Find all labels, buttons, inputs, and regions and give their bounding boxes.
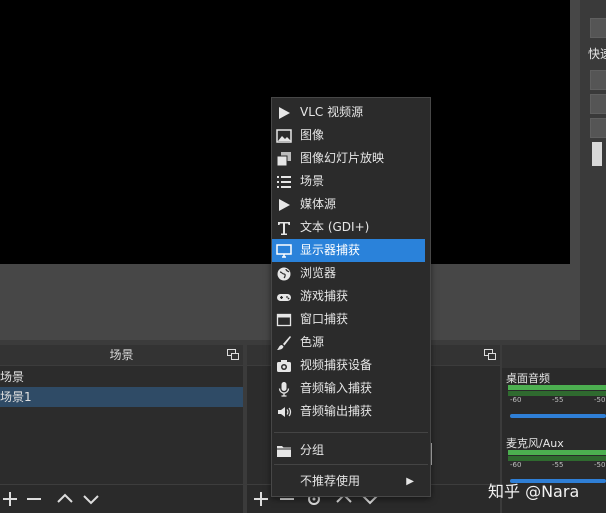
mixer-channel-name: 桌面音频 bbox=[506, 372, 550, 385]
watermark: 知乎 @Nara bbox=[488, 482, 580, 501]
menu-item-label: 显示器捕获 bbox=[300, 243, 361, 257]
list-icon bbox=[276, 174, 292, 190]
menu-item-video-capture-device[interactable]: 视频捕获设备 bbox=[272, 354, 426, 377]
panel-button[interactable] bbox=[590, 18, 606, 38]
window-icon bbox=[276, 312, 292, 328]
scenes-toolbar bbox=[0, 484, 243, 513]
menu-item-label: 视频捕获设备 bbox=[300, 358, 373, 372]
meter-tick: -60 bbox=[510, 461, 522, 469]
menu-item-vlc-source[interactable]: VLC 视频源 bbox=[272, 101, 426, 124]
scenes-dock-title: 场景 bbox=[0, 345, 243, 366]
monitor-icon bbox=[276, 243, 292, 259]
menu-item-label: 分组 bbox=[300, 443, 325, 457]
slideshow-icon bbox=[276, 151, 292, 167]
gamepad-icon bbox=[276, 289, 292, 305]
meter-tick: -55 bbox=[552, 461, 564, 469]
panel-slider[interactable] bbox=[592, 142, 602, 166]
float-dock-icon[interactable] bbox=[227, 349, 239, 360]
menu-item-label: 音频输入捕获 bbox=[300, 381, 373, 395]
menu-item-label: 文本 (GDI+) bbox=[300, 220, 370, 234]
menu-item-text-gdi[interactable]: 文本 (GDI+) bbox=[272, 216, 426, 239]
add-source-menu: VLC 视频源 图像 图像幻灯片放映 场景 媒体源 文本 (GDI+) 显示器捕… bbox=[271, 97, 431, 497]
menu-item-display-capture[interactable]: 显示器捕获 bbox=[272, 239, 425, 262]
menu-item-game-capture[interactable]: 游戏捕获 bbox=[272, 285, 426, 308]
menu-item-label: 不推荐使用 bbox=[300, 474, 361, 488]
remove-scene-button[interactable] bbox=[24, 488, 46, 510]
menu-item-label: 媒体源 bbox=[300, 197, 337, 211]
volume-meter bbox=[508, 450, 606, 455]
menu-item-media-source[interactable]: 媒体源 bbox=[272, 193, 426, 216]
meter-tick: -55 bbox=[552, 396, 564, 404]
menu-item-label: 图像 bbox=[300, 128, 325, 142]
scene-item-selected[interactable]: 场景1 bbox=[0, 387, 243, 407]
mixer-channel-name: 麦克风/Aux bbox=[506, 437, 564, 450]
quick-transitions-label: 快速 bbox=[588, 47, 606, 61]
meter-tick: -50 bbox=[594, 461, 606, 469]
play-icon bbox=[276, 105, 292, 121]
menu-item-image-slideshow[interactable]: 图像幻灯片放映 bbox=[272, 147, 426, 170]
menu-item-label: 浏览器 bbox=[300, 266, 337, 280]
add-source-button[interactable] bbox=[251, 488, 273, 510]
brush-icon bbox=[276, 335, 292, 351]
menu-separator bbox=[274, 432, 428, 433]
microphone-icon bbox=[276, 381, 292, 397]
menu-item-group[interactable]: 分组 bbox=[272, 439, 426, 462]
move-down-icon[interactable] bbox=[80, 488, 102, 510]
menu-item-label: 色源 bbox=[300, 335, 325, 349]
play-icon bbox=[276, 197, 292, 213]
menu-item-browser[interactable]: 浏览器 bbox=[272, 262, 426, 285]
globe-icon bbox=[276, 266, 292, 282]
menu-item-audio-input-capture[interactable]: 音频输入捕获 bbox=[272, 377, 426, 400]
right-panel: 快速 bbox=[580, 0, 606, 340]
menu-separator bbox=[274, 464, 428, 465]
menu-item-audio-output-capture[interactable]: 音频输出捕获 bbox=[272, 400, 426, 423]
text-icon bbox=[276, 220, 292, 236]
folder-icon bbox=[276, 443, 292, 459]
menu-item-label: 图像幻灯片放映 bbox=[300, 151, 385, 165]
panel-button[interactable] bbox=[590, 94, 606, 114]
menu-item-color-source[interactable]: 色源 bbox=[272, 331, 426, 354]
menu-item-window-capture[interactable]: 窗口捕获 bbox=[272, 308, 426, 331]
meter-tick: -60 bbox=[510, 396, 522, 404]
menu-item-scene[interactable]: 场景 bbox=[272, 170, 426, 193]
menu-item-label: 游戏捕获 bbox=[300, 289, 349, 303]
move-up-icon[interactable] bbox=[54, 488, 76, 510]
menu-item-label: VLC 视频源 bbox=[300, 105, 364, 119]
float-dock-icon[interactable] bbox=[484, 349, 496, 360]
image-icon bbox=[276, 128, 292, 144]
submenu-arrow-icon: ▶ bbox=[406, 476, 414, 487]
volume-meter bbox=[508, 385, 606, 390]
scene-item[interactable]: 场景 bbox=[0, 367, 243, 387]
camera-icon bbox=[276, 358, 292, 374]
audio-mixer-title-bar bbox=[502, 345, 606, 368]
scenes-dock: 场景 场景 场景1 bbox=[0, 345, 243, 513]
menu-item-label: 窗口捕获 bbox=[300, 312, 349, 326]
panel-button[interactable] bbox=[590, 70, 606, 90]
add-scene-button[interactable] bbox=[0, 488, 22, 510]
meter-tick: -50 bbox=[594, 396, 606, 404]
menu-item-deprecated[interactable]: 不推荐使用 ▶ bbox=[272, 470, 426, 493]
panel-button[interactable] bbox=[590, 118, 606, 138]
speaker-icon bbox=[276, 404, 292, 420]
menu-item-label: 音频输出捕获 bbox=[300, 404, 373, 418]
volume-slider[interactable] bbox=[510, 414, 606, 418]
menu-item-label: 场景 bbox=[300, 174, 325, 188]
menu-item-image[interactable]: 图像 bbox=[272, 124, 426, 147]
